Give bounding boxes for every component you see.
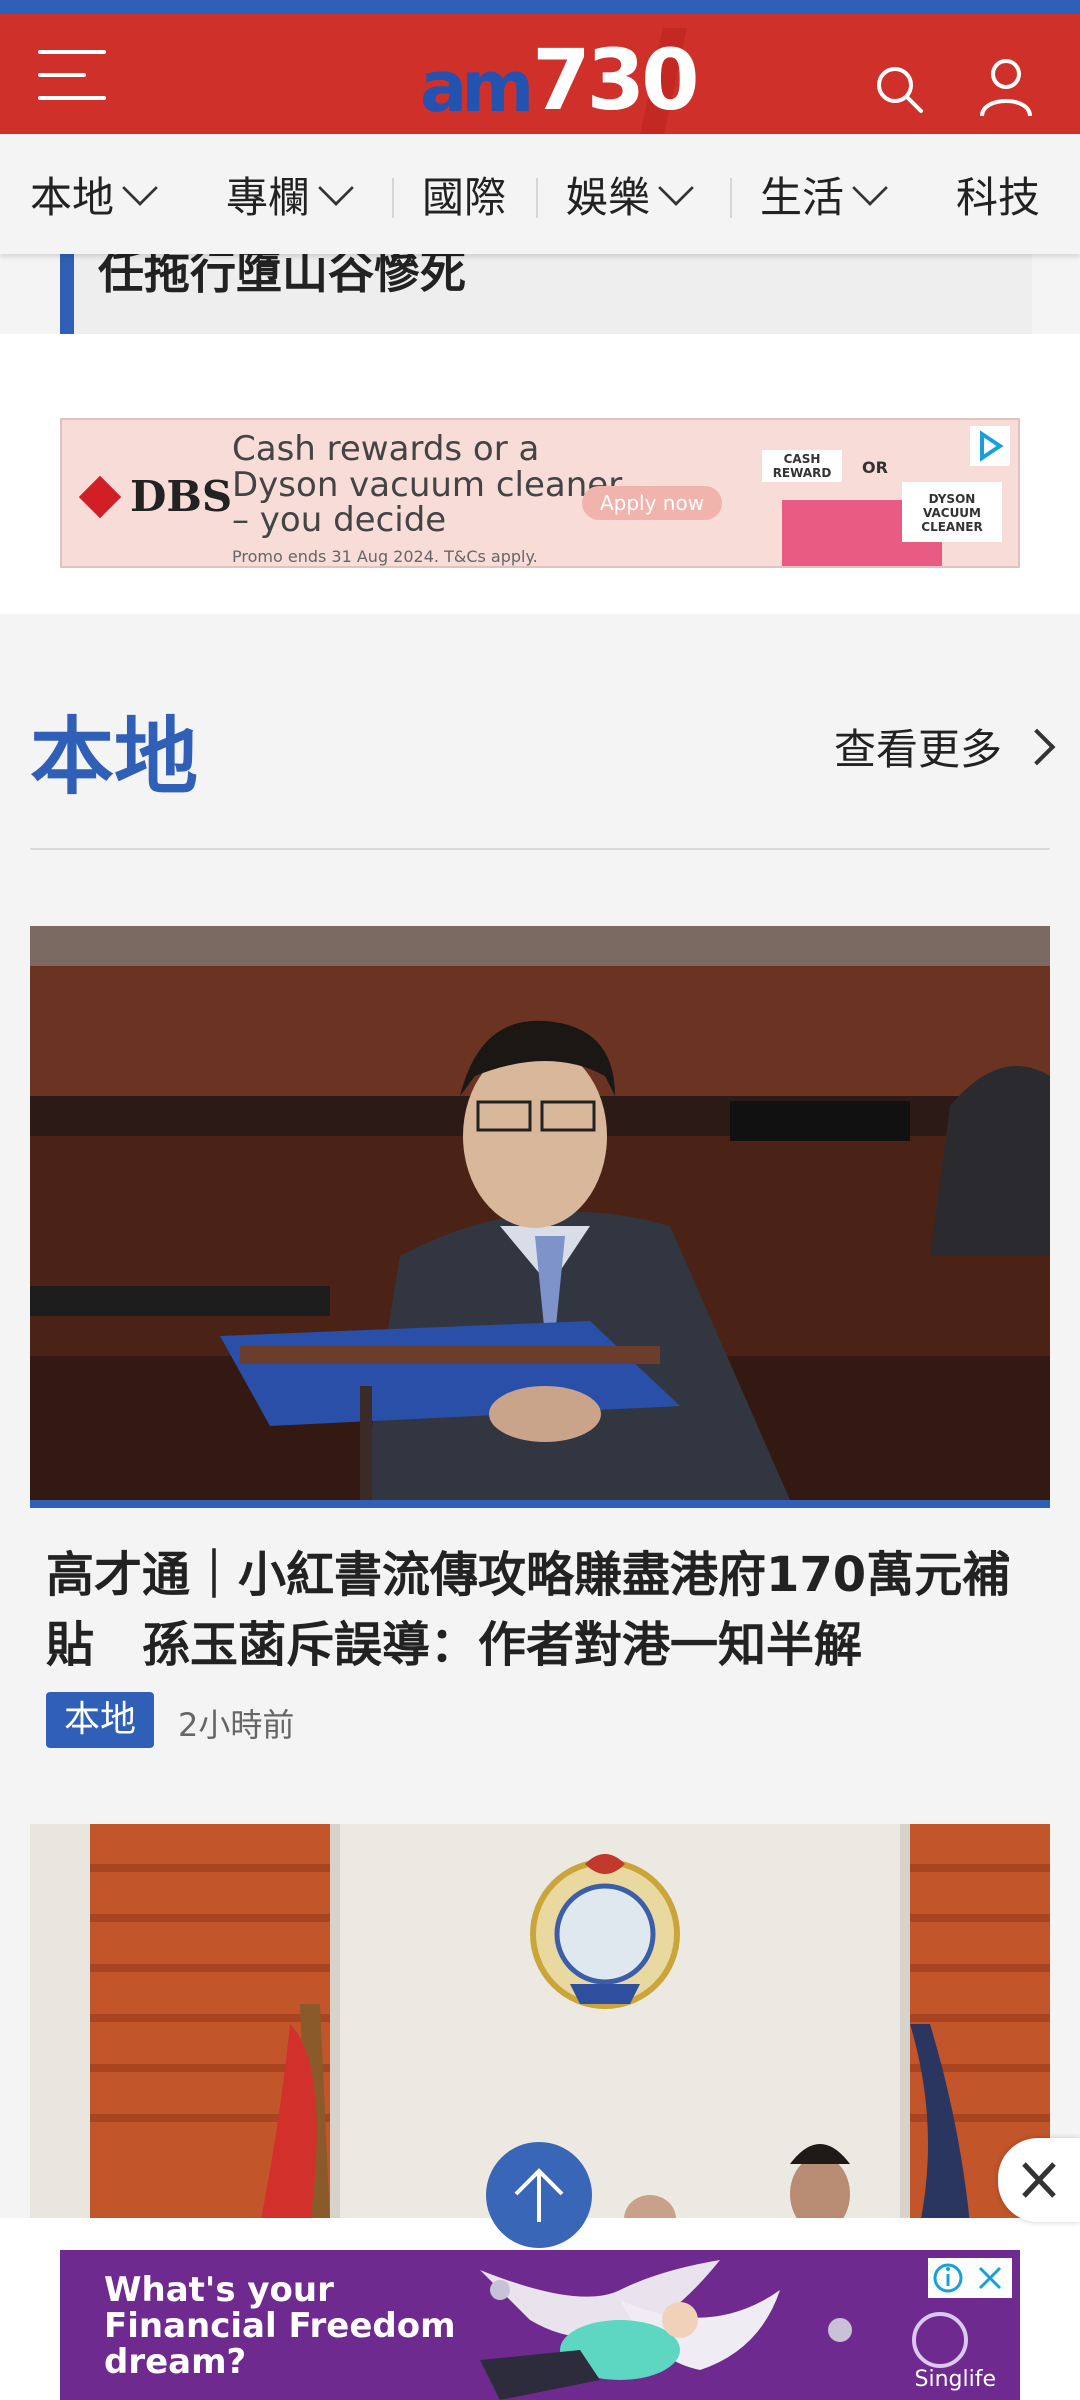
menu-icon[interactable]: [38, 50, 110, 100]
or-label: OR: [862, 458, 888, 477]
site-logo[interactable]: am 730: [420, 31, 700, 129]
nav-item-label: 生活: [760, 173, 845, 222]
dbs-mark-icon: [78, 475, 122, 518]
nav-item-columns[interactable]: 專欄: [226, 164, 354, 225]
search-icon[interactable]: [874, 64, 924, 114]
logo-am: am: [420, 46, 534, 128]
close-icon: [1022, 2162, 1056, 2198]
category-tag[interactable]: 本地: [46, 1692, 155, 1748]
ad-line: What's your: [104, 2270, 334, 2310]
dbs-brand: DBS: [130, 472, 233, 521]
ad-line: Cash rewards or a: [232, 429, 540, 469]
nav-item-international[interactable]: 國際: [422, 164, 506, 225]
nav-item-label: 專欄: [226, 173, 311, 222]
chevron-down-icon: [852, 169, 888, 206]
arrow-up-icon: [514, 2168, 564, 2222]
chevron-down-icon: [122, 169, 158, 206]
chevron-down-icon: [318, 169, 354, 206]
logo-number: 730: [532, 31, 699, 129]
dbs-ad-banner[interactable]: DBS Cash rewards or a Dyson vacuum clean…: [60, 418, 1020, 568]
see-more-label: 查看更多: [833, 725, 1002, 774]
site-header: am 730: [0, 14, 1080, 148]
singlife-brand: Singlife: [914, 2367, 997, 2392]
nav-item-local[interactable]: 本地: [30, 164, 158, 225]
apply-now-button[interactable]: Apply now: [582, 486, 722, 520]
category-nav: 本地 專欄 國際 娛樂 生活 科技: [0, 134, 1080, 254]
article-image[interactable]: [30, 926, 1050, 1500]
ad-line: Financial Freedom: [104, 2306, 456, 2346]
scroll-to-top-button[interactable]: [486, 2142, 592, 2248]
dbs-logo: DBS: [78, 472, 233, 521]
nav-divider: [392, 178, 394, 218]
page: am 730 本地 專欄 國際 娛樂 生活 科技 任拖行墮山谷慘死 DBS Ca…: [0, 0, 1080, 2400]
cash-reward-label: CASH REWARD: [762, 450, 842, 482]
nav-item-tech[interactable]: 科技: [956, 164, 1040, 225]
chevron-right-icon: [1018, 728, 1056, 765]
nav-divider: [730, 178, 732, 218]
user-icon[interactable]: [978, 58, 1034, 118]
nav-divider: [536, 178, 538, 218]
close-ad-button[interactable]: [998, 2138, 1080, 2222]
nav-item-label: 科技: [956, 173, 1041, 222]
ad-line: dream?: [104, 2342, 247, 2382]
article-image-accent: [30, 1500, 1050, 1508]
section-divider: [30, 848, 1050, 850]
nav-item-label: 國際: [422, 173, 507, 222]
top-accent-strip: [0, 0, 1080, 14]
ad-info-close-icons[interactable]: [928, 2258, 1012, 2298]
chevron-down-icon: [658, 169, 694, 206]
ad-fine-print: Promo ends 31 Aug 2024. T&Cs apply.: [232, 547, 538, 567]
nav-item-lifestyle[interactable]: 生活: [760, 164, 888, 225]
nav-item-entertainment[interactable]: 娛樂: [566, 164, 694, 225]
previous-article-accent: [60, 254, 74, 334]
see-more-link[interactable]: 查看更多: [833, 716, 1056, 777]
vacuum-label: DYSON VACUUM CLEANER: [902, 482, 1002, 542]
article-title[interactable]: 高才通｜小紅書流傳攻略賺盡港府170萬元補貼 孫玉菡斥誤導：作者對港一知半解: [46, 1540, 1046, 1680]
adchoices-icon[interactable]: [970, 426, 1010, 466]
nav-item-label: 本地: [30, 173, 115, 222]
ad-copy: What's your Financial Freedom dream?: [104, 2272, 456, 2380]
nav-item-label: 娛樂: [566, 173, 651, 222]
article-timestamp: 2小時前: [178, 1706, 295, 1744]
section-title: 本地: [30, 708, 199, 806]
article-photo: [30, 926, 1050, 1500]
singlife-ad-banner[interactable]: What's your Financial Freedom dream? Sin…: [60, 2250, 1020, 2400]
